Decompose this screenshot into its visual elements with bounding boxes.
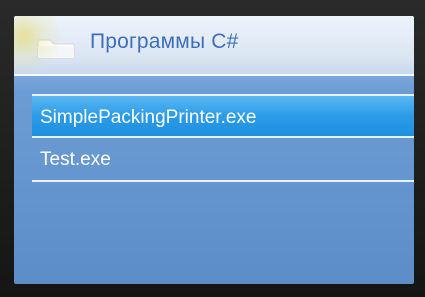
list-item-label: Test.exe	[40, 149, 111, 170]
list-item-test[interactable]: Test.exe	[32, 138, 414, 182]
list-item-label: SimplePackingPrinter.exe	[40, 107, 257, 128]
window-title: Программы C#	[90, 30, 239, 53]
program-list: SimplePackingPrinter.exe Test.exe	[32, 94, 414, 182]
title-bar: Программы C#	[14, 16, 414, 76]
list-item-simplepackingprinter[interactable]: SimplePackingPrinter.exe	[32, 94, 414, 138]
folder-icon	[34, 34, 78, 60]
header-divider	[14, 76, 414, 94]
device-screen: Программы C# SimplePackingPrinter.exe Te…	[14, 16, 414, 284]
